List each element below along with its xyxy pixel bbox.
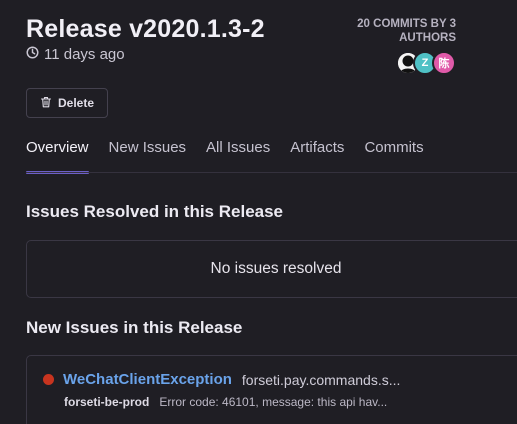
issue-title-link[interactable]: WeChatClientException [63, 371, 232, 388]
release-age-text: 11 days ago [44, 46, 125, 63]
new-issues-panel: WeChatClientException forseti.pay.comman… [26, 355, 517, 424]
resolved-issues-empty-panel: No issues resolved [26, 240, 517, 298]
tab-new-issues[interactable]: New Issues [109, 139, 187, 173]
issue-project[interactable]: forseti-be-prod [64, 395, 149, 409]
tab-overview[interactable]: Overview [26, 139, 89, 174]
release-age: 11 days ago [26, 46, 125, 63]
delete-button-label: Delete [57, 96, 95, 110]
release-page: Release v2020.1.3-2 11 days ago 20 COMMI… [0, 0, 517, 424]
tab-all-issues[interactable]: All Issues [206, 139, 270, 173]
tab-commits[interactable]: Commits [364, 139, 423, 173]
empty-state-text: No issues resolved [210, 260, 342, 277]
new-issues-heading: New Issues in this Release [26, 318, 243, 337]
author-avatar[interactable]: 陈 [432, 51, 456, 75]
clock-icon [26, 46, 39, 63]
issue-culprit: forseti.pay.commands.s... [241, 371, 401, 388]
issue-header-row: WeChatClientException forseti.pay.comman… [43, 371, 483, 388]
issue-meta-row: forseti-be-prod Error code: 46101, messa… [64, 395, 494, 409]
delete-button[interactable]: Delete [26, 88, 108, 118]
error-level-icon [43, 374, 54, 385]
release-tabs: Overview New Issues All Issues Artifacts… [26, 139, 444, 174]
page-title: Release v2020.1.3-2 [26, 15, 265, 43]
tab-artifacts[interactable]: Artifacts [290, 139, 344, 173]
issue-message: Error code: 46101, message: this api hav… [159, 395, 388, 409]
trash-icon [40, 96, 52, 111]
commits-summary: 20 COMMITS BY 3 AUTHORS [357, 18, 456, 44]
resolved-issues-heading: Issues Resolved in this Release [26, 202, 284, 221]
tabs-divider [26, 172, 517, 173]
